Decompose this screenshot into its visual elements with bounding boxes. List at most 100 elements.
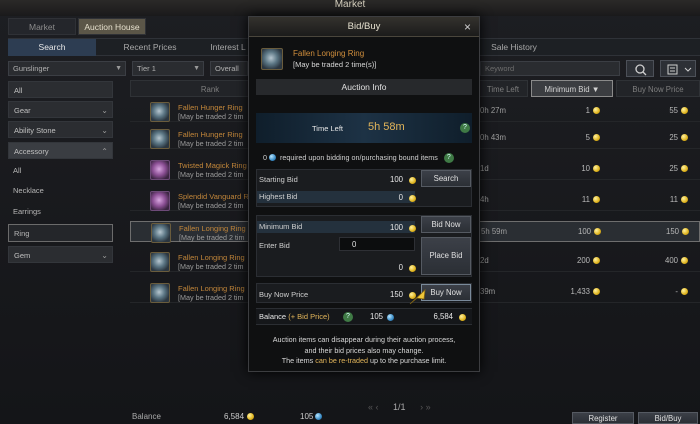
enter-bid-label: Enter Bid	[259, 241, 290, 250]
footer-blue: 105	[300, 412, 324, 421]
tab-interest-list[interactable]: Interest L	[204, 39, 252, 56]
subcategory-necklace[interactable]: Necklace	[8, 182, 113, 200]
ring-item-icon	[261, 48, 283, 70]
buy-now-cell-value: -	[675, 287, 678, 296]
bound-text: required upon bidding on/purchasing boun…	[280, 153, 438, 162]
header-buy-now-price[interactable]: Buy Now Price	[616, 80, 700, 97]
class-select[interactable]: Gunslinger ▼	[8, 61, 126, 76]
min-bid-value: 5	[585, 133, 590, 142]
category-ability-stone-label: Ability Stone	[14, 126, 56, 135]
min-bid-cell: 200	[550, 256, 600, 265]
dialog-item-name: Fallen Longing Ring	[293, 49, 365, 58]
chevron-up-icon: ⌃	[101, 147, 108, 156]
pagination: « ‹ 1/1 › »	[368, 402, 431, 412]
market-window: { "window":{"title":"Market"}, "top_tabs…	[0, 0, 700, 424]
min-bid-cell: 1,433	[550, 287, 600, 296]
balance-label: Balance (+ Bid Price)	[259, 312, 330, 321]
time-left-cell: 39m	[480, 287, 496, 296]
window-title: Market	[0, 0, 700, 16]
search-bids-button[interactable]: Search	[421, 170, 471, 187]
tier-select-value: Tier 1	[137, 64, 156, 73]
buy-now-cell: 400	[630, 256, 688, 265]
tier-select[interactable]: Tier 1 ▼	[132, 61, 204, 76]
register-button[interactable]: Register	[572, 412, 634, 424]
rarity-select-value: Overall Ra	[215, 64, 239, 73]
footer-gold: 6,584	[224, 412, 255, 421]
category-all[interactable]: All	[8, 81, 113, 98]
help-icon[interactable]: ?	[343, 312, 353, 322]
buy-now-cell: 11	[630, 195, 688, 204]
help-icon[interactable]: ?	[443, 153, 454, 164]
tab-market[interactable]: Market	[8, 18, 76, 35]
page-indicator: 1/1	[393, 402, 406, 412]
category-ability-stone[interactable]: Ability Stone ⌄	[8, 121, 113, 138]
minimum-bid-value: 100	[389, 223, 403, 232]
rarity-select[interactable]: Overall Ra	[210, 61, 248, 76]
category-accessory[interactable]: Accessory ⌃	[8, 142, 113, 159]
gold-coin-icon	[681, 165, 688, 172]
notice-highlight: can be re-traded	[315, 356, 368, 365]
category-gear[interactable]: Gear ⌄	[8, 101, 113, 118]
buy-now-label: Buy Now Price	[259, 290, 309, 299]
prev-page-icon[interactable]: ‹	[376, 402, 379, 412]
settings-button[interactable]	[660, 60, 696, 77]
buy-now-cell-value: 25	[669, 164, 678, 173]
class-select-value: Gunslinger	[13, 64, 50, 73]
buy-now-cell-value: 150	[665, 227, 679, 236]
last-page-icon[interactable]: »	[426, 402, 431, 412]
gold-coin-icon	[681, 196, 688, 203]
gold-coin-icon	[593, 134, 600, 141]
category-gem-label: Gem	[14, 251, 31, 260]
gold-coin-icon	[681, 288, 688, 295]
subcategory-all[interactable]: All	[8, 162, 113, 180]
buy-now-cell: 55	[630, 106, 688, 115]
header-time-left[interactable]: Time Left	[478, 80, 528, 97]
category-gem[interactable]: Gem ⌄	[8, 246, 113, 263]
next-page-icon[interactable]: ›	[420, 402, 423, 412]
tab-sale-history[interactable]: Sale History	[474, 39, 554, 56]
time-left-cell: 0h 27m	[480, 106, 507, 115]
gold-coin-icon	[593, 257, 600, 264]
buy-now-cell: 25	[630, 133, 688, 142]
search-input[interactable]: Keyword	[480, 61, 620, 76]
starting-bid-label: Starting Bid	[259, 175, 298, 184]
min-bid-value: 200	[576, 256, 590, 265]
first-page-icon[interactable]: «	[368, 402, 373, 412]
tab-auction-house[interactable]: Auction House	[78, 18, 146, 35]
item-name: Fallen Longing Ring	[178, 284, 245, 293]
buy-now-cell-value: 25	[669, 133, 678, 142]
min-bid-value: 1,433	[570, 287, 590, 296]
bid-now-button[interactable]: Bid Now	[421, 216, 471, 233]
chevron-down-icon: ▼	[115, 65, 122, 72]
buy-now-cell: 150	[631, 227, 689, 236]
buy-now-cell-value: 11	[669, 195, 678, 204]
gold-coin-icon	[681, 107, 688, 114]
list-settings-icon	[667, 64, 692, 75]
bound-count: 0	[263, 153, 267, 162]
category-all-label: All	[14, 86, 23, 95]
tab-search[interactable]: Search	[8, 39, 96, 56]
ring-item-icon	[150, 283, 170, 303]
enter-bid-input[interactable]: 0	[339, 237, 415, 251]
search-placeholder: Keyword	[485, 64, 515, 73]
header-minimum-bid[interactable]: Minimum Bid ▼	[531, 80, 613, 97]
notice-line-3a: The items	[281, 356, 316, 365]
search-button[interactable]	[626, 60, 654, 77]
buy-now-cell-value: 55	[669, 106, 678, 115]
chevron-down-icon: ⌄	[101, 106, 108, 115]
bid-buy-button[interactable]: Bid/Buy	[638, 412, 698, 424]
gold-coin-icon	[682, 228, 689, 235]
gold-coin-icon	[681, 134, 688, 141]
notice-line-3c: up to the purchase limit.	[368, 356, 447, 365]
gold-coin-icon	[247, 413, 255, 420]
chevron-down-icon: ⌄	[101, 251, 108, 260]
subcategory-earrings[interactable]: Earrings	[8, 203, 113, 221]
tab-recent-prices[interactable]: Recent Prices	[100, 39, 200, 56]
min-bid-value: 1	[585, 106, 590, 115]
close-icon[interactable]: ×	[464, 20, 471, 34]
subcategory-ring[interactable]: Ring	[8, 224, 113, 242]
balance-hint: (+ Bid Price)	[288, 312, 330, 321]
item-name: Splendid Vanguard R	[178, 192, 249, 201]
help-icon[interactable]: ?	[460, 123, 470, 133]
place-bid-button[interactable]: Place Bid	[421, 237, 471, 275]
